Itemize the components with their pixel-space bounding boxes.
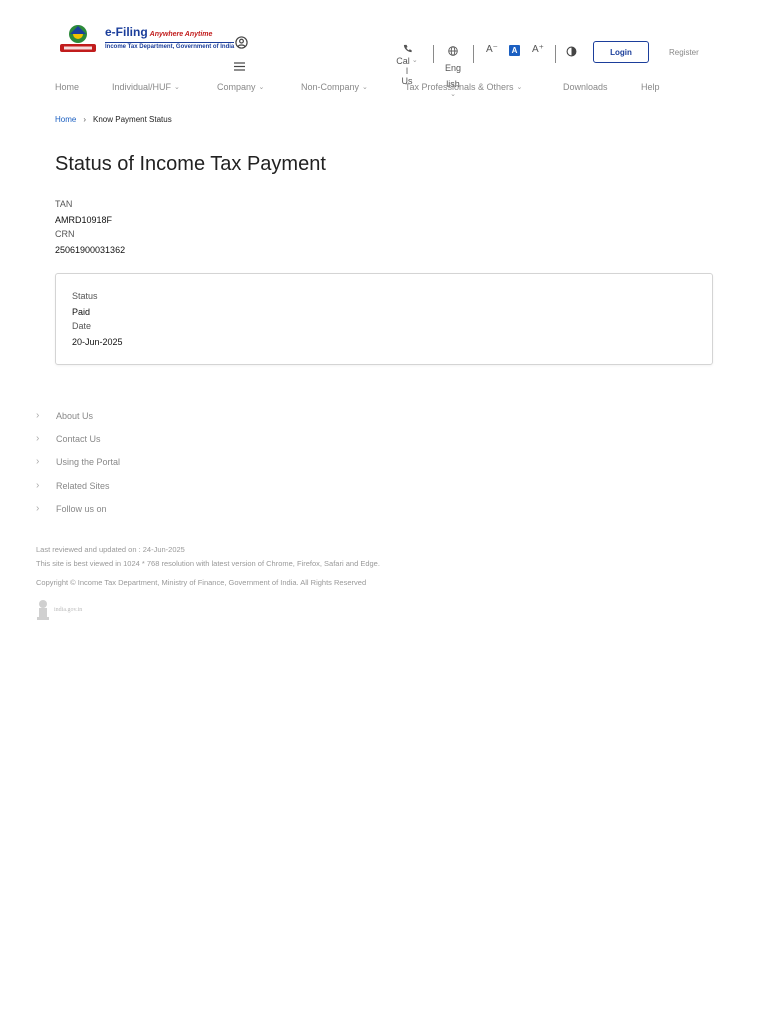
call-us-button[interactable]: Cal ⌄ l Us <box>392 44 422 86</box>
breadcrumb: Home › Know Payment Status <box>55 115 172 124</box>
register-link[interactable]: Register <box>669 48 699 57</box>
nav-item-help[interactable]: Help <box>641 82 660 92</box>
footer-link-contact-us[interactable]: › Contact Us <box>36 433 101 444</box>
crn-label: CRN <box>55 229 75 239</box>
last-reviewed-note: Last reviewed and updated on : 24-Jun-20… <box>36 545 185 554</box>
india-gov-label: india.gov.in <box>54 606 83 613</box>
divider <box>433 45 434 63</box>
chevron-right-icon: › <box>36 456 40 467</box>
nav-item-company[interactable]: Company ⌄ <box>217 82 264 92</box>
tan-label: TAN <box>55 199 73 209</box>
font-decrease-button[interactable]: A⁻ <box>486 44 498 55</box>
chevron-right-icon: › <box>36 503 40 514</box>
chevron-down-icon: ⌄ <box>411 57 418 64</box>
status-value: Paid <box>72 307 91 317</box>
chevron-right-icon: › <box>83 115 87 124</box>
call-us-label-2: l <box>406 66 408 76</box>
login-button[interactable]: Login <box>593 41 649 63</box>
nav-item-home[interactable]: Home <box>55 82 79 92</box>
logo-title: e-Filing Anywhere Anytime <box>105 25 213 39</box>
chevron-down-icon: ⌄ <box>174 84 180 91</box>
divider <box>555 45 556 63</box>
nav-item-tax-professionals[interactable]: Tax Professionals & Others ⌄ <box>405 82 522 92</box>
chevron-right-icon: › <box>36 410 40 421</box>
chevron-down-icon: ⌄ <box>516 84 523 91</box>
nav-item-non-company[interactable]: Non-Company ⌄ <box>301 82 368 92</box>
payment-status-card: Status Paid Date 20-Jun-2025 <box>55 273 713 365</box>
date-label: Date <box>72 321 92 331</box>
logo-tagline: Anywhere Anytime <box>149 31 213 38</box>
nav-item-downloads[interactable]: Downloads <box>563 82 608 92</box>
font-increase-button[interactable]: A⁺ <box>532 44 544 55</box>
best-viewed-note: This site is best viewed in 1024 * 768 r… <box>36 559 380 568</box>
emblem-icon <box>60 25 96 52</box>
chevron-right-icon: › <box>36 433 40 444</box>
breadcrumb-current: Know Payment Status <box>93 115 172 124</box>
font-normal-button[interactable]: A <box>509 45 520 56</box>
efiling-logo[interactable]: e-Filing Anywhere Anytime Income Tax Depa… <box>55 22 235 54</box>
status-label: Status <box>72 291 98 301</box>
nav-item-individual-huf[interactable]: Individual/HUF ⌄ <box>112 82 180 92</box>
divider <box>473 45 474 63</box>
call-us-label-1: Cal <box>396 56 410 66</box>
globe-icon <box>448 46 458 56</box>
tan-value: AMRD10918F <box>55 215 113 225</box>
profile-icon[interactable] <box>232 33 250 51</box>
language-label-1: Eng <box>444 63 461 73</box>
chevron-right-icon: › <box>36 480 40 491</box>
phone-icon <box>403 44 412 53</box>
contrast-icon[interactable] <box>566 44 577 57</box>
crn-value: 25061900031362 <box>55 245 126 255</box>
chevron-down-icon: ⌄ <box>258 84 265 91</box>
footer-link-using-portal[interactable]: › Using the Portal <box>36 456 120 467</box>
copyright-note: Copyright © Income Tax Department, Minis… <box>36 578 367 587</box>
breadcrumb-home-link[interactable]: Home <box>55 115 76 124</box>
main-nav: Home Individual/HUF ⌄ Company ⌄ Non-Compan… <box>55 82 695 96</box>
chevron-down-icon: ⌄ <box>362 84 368 91</box>
footer-link-related-sites[interactable]: › Related Sites <box>36 480 110 491</box>
hamburger-icon[interactable] <box>232 59 246 73</box>
emblem-icon <box>37 600 49 620</box>
india-gov-link[interactable]: india.gov.in <box>36 599 106 621</box>
footer-link-about-us[interactable]: › About Us <box>36 410 93 421</box>
date-value: 20-Jun-2025 <box>72 337 123 347</box>
logo-subtitle: Income Tax Department, Government of Ind… <box>105 42 235 50</box>
page-title: Status of Income Tax Payment <box>55 153 326 175</box>
footer-link-follow-us[interactable]: › Follow us on <box>36 503 107 514</box>
